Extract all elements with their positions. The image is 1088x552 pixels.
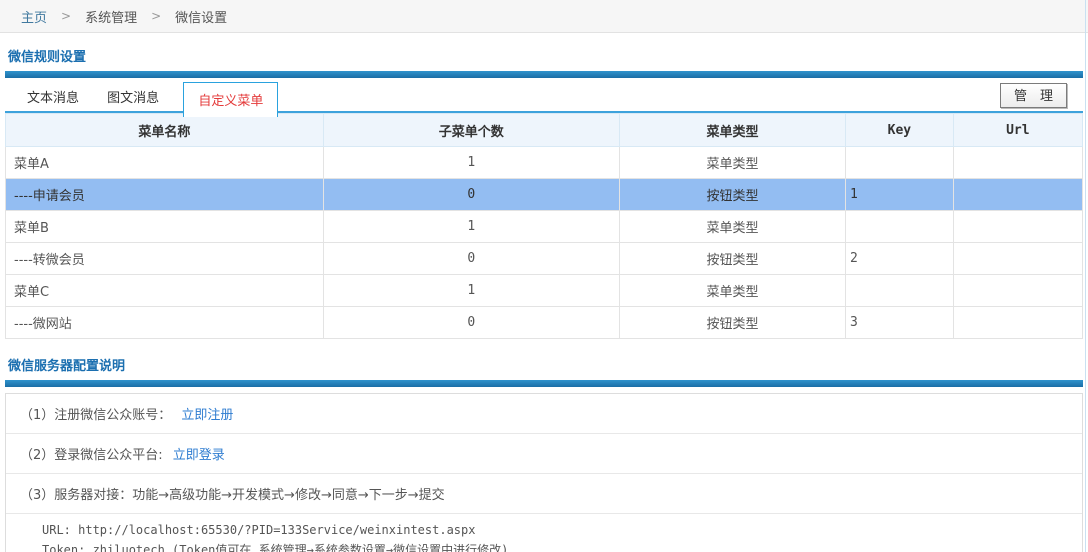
cell-key: [846, 275, 954, 307]
section-title-server-config: 微信服务器配置说明: [8, 355, 1080, 374]
tab-text-message[interactable]: 文本消息: [15, 78, 91, 106]
config-step-connect-text: （3）服务器对接：功能→高级功能→开发模式→修改→同意→下一步→提交: [20, 488, 445, 503]
login-now-link[interactable]: 立即登录: [173, 448, 225, 463]
manage-button[interactable]: 管 理: [1000, 83, 1067, 108]
table-row[interactable]: 菜单C 1 菜单类型: [6, 275, 1083, 307]
config-step-register: （1）注册微信公众账号： 立即注册: [6, 394, 1082, 434]
section-divider-bar: [5, 71, 1083, 78]
breadcrumb-separator: >: [61, 9, 71, 23]
register-now-link[interactable]: 立即注册: [181, 408, 233, 423]
cell-key: 2: [846, 243, 954, 275]
cell-key: [846, 147, 954, 179]
breadcrumb-item-current: 微信设置: [175, 7, 227, 26]
cell-menu-type: 菜单类型: [619, 211, 845, 243]
column-header-menu-type: 菜单类型: [619, 114, 845, 147]
breadcrumb: 主页 > 系统管理 > 微信设置: [0, 0, 1088, 33]
column-header-url: Url: [953, 114, 1082, 147]
cell-menu-name: 菜单C: [6, 275, 324, 307]
tab-custom-menu[interactable]: 自定义菜单: [183, 82, 278, 117]
cell-submenu-count: 0: [323, 179, 619, 211]
cell-menu-type: 按钮类型: [619, 179, 845, 211]
server-url-line: URL: http://localhost:65530/?PID=133Serv…: [42, 520, 1082, 540]
cell-menu-name: ----微网站: [6, 307, 324, 339]
column-header-menu-name: 菜单名称: [6, 114, 324, 147]
table-row[interactable]: 菜单B 1 菜单类型: [6, 211, 1083, 243]
breadcrumb-home-link[interactable]: 主页: [21, 7, 47, 26]
table-row[interactable]: ----微网站 0 按钮类型 3: [6, 307, 1083, 339]
config-step-login: （2）登录微信公众平台: 立即登录: [6, 434, 1082, 474]
server-config-box: （1）注册微信公众账号： 立即注册 （2）登录微信公众平台: 立即登录 （3）服…: [5, 393, 1083, 552]
cell-menu-name: ----申请会员: [6, 179, 324, 211]
section-title-wechat-rules: 微信规则设置: [8, 46, 1080, 65]
table-row[interactable]: ----转微会员 0 按钮类型 2: [6, 243, 1083, 275]
config-step-register-text: （1）注册微信公众账号：: [20, 408, 171, 423]
table-header-row: 菜单名称 子菜单个数 菜单类型 Key Url: [6, 114, 1083, 147]
config-code-block: URL: http://localhost:65530/?PID=133Serv…: [6, 514, 1082, 552]
cell-url: [953, 275, 1082, 307]
cell-menu-name: ----转微会员: [6, 243, 324, 275]
server-token-line: Token: zhiluotech (Token值可在 系统管理→系统参数设置→…: [42, 540, 1082, 552]
breadcrumb-separator: >: [151, 9, 161, 23]
tab-strip: 文本消息 图文消息 自定义菜单 管 理: [5, 78, 1083, 113]
cell-submenu-count: 0: [323, 243, 619, 275]
menu-table: 菜单名称 子菜单个数 菜单类型 Key Url 菜单A 1 菜单类型 ----申…: [5, 113, 1083, 339]
column-header-submenu-count: 子菜单个数: [323, 114, 619, 147]
column-header-key: Key: [846, 114, 954, 147]
cell-url: [953, 179, 1082, 211]
page-right-border: [1085, 0, 1086, 552]
config-step-login-text: （2）登录微信公众平台:: [20, 448, 163, 463]
cell-url: [953, 147, 1082, 179]
cell-menu-type: 菜单类型: [619, 147, 845, 179]
table-row-selected[interactable]: ----申请会员 0 按钮类型 1: [6, 179, 1083, 211]
cell-submenu-count: 1: [323, 211, 619, 243]
breadcrumb-item-system[interactable]: 系统管理: [85, 7, 137, 26]
tab-imagetext-message[interactable]: 图文消息: [95, 78, 171, 106]
cell-key: [846, 211, 954, 243]
config-step-connect: （3）服务器对接：功能→高级功能→开发模式→修改→同意→下一步→提交: [6, 474, 1082, 514]
cell-key: 3: [846, 307, 954, 339]
cell-url: [953, 243, 1082, 275]
cell-submenu-count: 0: [323, 307, 619, 339]
cell-menu-name: 菜单B: [6, 211, 324, 243]
cell-url: [953, 307, 1082, 339]
cell-url: [953, 211, 1082, 243]
cell-menu-type: 菜单类型: [619, 275, 845, 307]
table-row[interactable]: 菜单A 1 菜单类型: [6, 147, 1083, 179]
cell-submenu-count: 1: [323, 147, 619, 179]
cell-menu-type: 按钮类型: [619, 307, 845, 339]
cell-menu-name: 菜单A: [6, 147, 324, 179]
cell-key: 1: [846, 179, 954, 211]
section-divider-bar: [5, 380, 1083, 387]
cell-menu-type: 按钮类型: [619, 243, 845, 275]
cell-submenu-count: 1: [323, 275, 619, 307]
